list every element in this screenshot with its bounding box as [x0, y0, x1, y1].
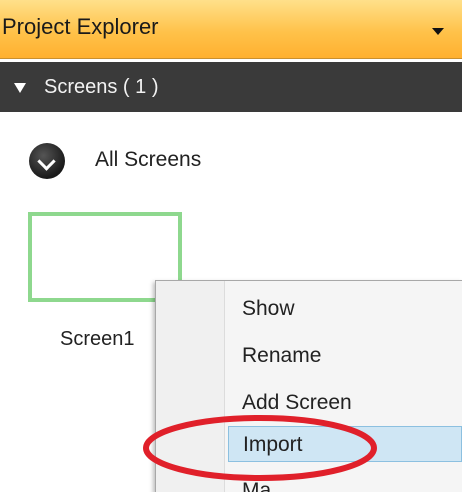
menu-item-partial[interactable]: Ma...	[228, 473, 462, 492]
section-label: Screens ( 1 )	[44, 76, 159, 98]
screens-section-header[interactable]: Screens ( 1 )	[0, 62, 462, 112]
project-explorer-panel: Project Explorer Screens ( 1 ) All Scree…	[0, 0, 462, 492]
triangle-down-icon	[14, 83, 26, 93]
menu-item-add-screen[interactable]: Add Screen	[228, 385, 462, 421]
menu-icon-gutter	[156, 281, 225, 492]
circle-chevron-down-icon[interactable]	[29, 143, 65, 179]
title-bar: Project Explorer	[0, 0, 462, 59]
menu-item-import[interactable]: Import	[228, 426, 462, 462]
screen-name-label: Screen1	[60, 328, 135, 350]
menu-item-rename[interactable]: Rename	[228, 338, 462, 374]
chevron-down-icon[interactable]	[432, 28, 444, 35]
all-screens-label[interactable]: All Screens	[95, 148, 201, 172]
menu-item-show[interactable]: Show	[228, 291, 462, 327]
panel-title: Project Explorer	[2, 14, 159, 39]
context-menu: Show Rename Add Screen Import Ma...	[155, 280, 462, 492]
